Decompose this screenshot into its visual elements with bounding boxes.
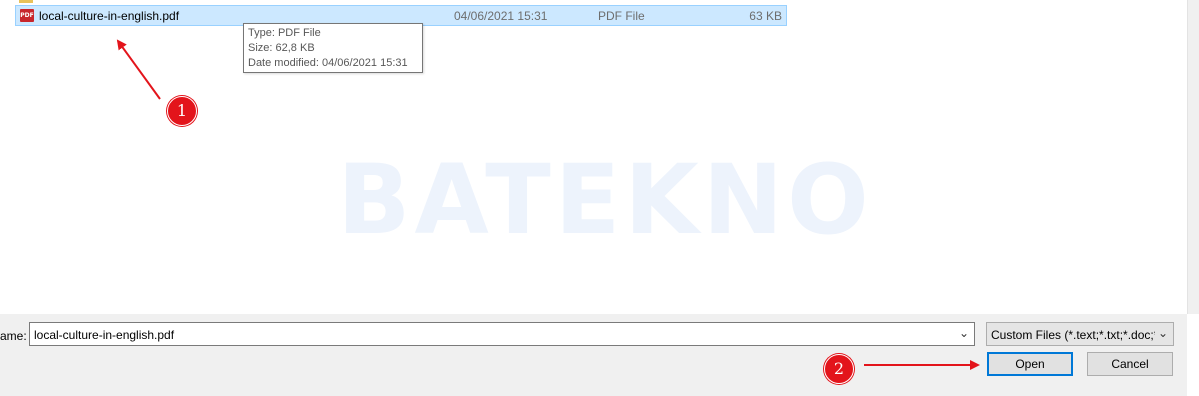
cancel-button[interactable]: Cancel xyxy=(1087,352,1173,376)
vertical-scrollbar[interactable] xyxy=(1187,0,1199,314)
chevron-down-icon[interactable]: ⌄ xyxy=(959,326,969,340)
file-type-value: Custom Files (*.text;*.txt;*.doc;* xyxy=(991,328,1155,342)
annotation-marker-2: 2 xyxy=(824,354,854,384)
file-list-pane[interactable]: PDF local-culture-in-english.pdf 04/06/2… xyxy=(0,0,1187,314)
file-info-tooltip: Type: PDF File Size: 62,8 KB Date modifi… xyxy=(243,23,423,73)
file-name-input[interactable]: local-culture-in-english.pdf ⌄ xyxy=(29,322,975,346)
file-name-value: local-culture-in-english.pdf xyxy=(34,328,175,342)
tooltip-date: Date modified: 04/06/2021 15:31 xyxy=(248,57,408,69)
file-name-label: ame: xyxy=(0,329,27,343)
footer-edge xyxy=(1187,314,1199,396)
file-type-cell: PDF File xyxy=(598,9,645,23)
file-name-cell: local-culture-in-english.pdf xyxy=(39,9,180,23)
watermark: BATEKNO xyxy=(337,144,873,256)
file-type-select[interactable]: Custom Files (*.text;*.txt;*.doc;* ⌄ xyxy=(986,322,1174,346)
open-button[interactable]: Open xyxy=(987,352,1073,376)
folder-icon xyxy=(19,0,33,3)
pdf-file-icon: PDF xyxy=(20,9,34,22)
chevron-down-icon[interactable]: ⌄ xyxy=(1158,326,1168,340)
tooltip-size: Size: 62,8 KB xyxy=(248,42,315,54)
tooltip-type: Type: PDF File xyxy=(248,27,321,39)
file-date-cell: 04/06/2021 15:31 xyxy=(454,9,548,23)
file-size-cell: 63 KB xyxy=(749,9,782,23)
annotation-marker-1: 1 xyxy=(167,96,197,126)
